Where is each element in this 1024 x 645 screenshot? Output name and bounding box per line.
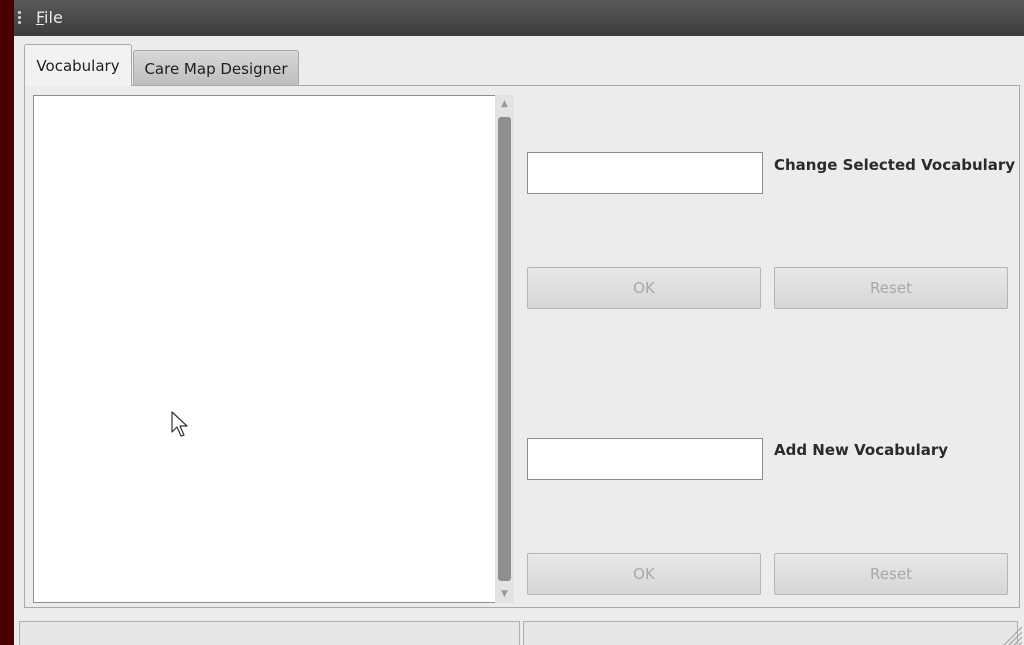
tab-care-map-designer[interactable]: Care Map Designer [133,50,299,86]
menu-file-mnemonic: F [36,8,45,27]
add-reset-button[interactable]: Reset [774,553,1008,595]
menubar-grip-icon [18,11,22,27]
menu-file-label: ile [44,8,63,27]
vocabulary-list-scrollbar[interactable]: ▲ ▼ [495,95,514,603]
application-window: File Vocabulary Care Map Designer ▲ ▼ Ch… [14,0,1024,645]
status-bar-left-panel [19,621,520,645]
status-bar [14,618,1024,645]
change-selected-vocabulary-label: Change Selected Vocabulary [774,156,1016,174]
change-reset-button[interactable]: Reset [774,267,1008,309]
scrollbar-thumb[interactable] [498,117,511,581]
status-bar-right-panel [523,621,1018,645]
vocabulary-list[interactable] [33,95,505,603]
add-vocabulary-input[interactable] [527,438,763,480]
change-ok-button[interactable]: OK [527,267,761,309]
scroll-down-arrow-icon[interactable]: ▼ [495,585,514,603]
vocabulary-tab-panel: ▲ ▼ Change Selected Vocabulary OK Reset … [24,85,1020,608]
resize-grip-icon[interactable] [1000,623,1022,645]
add-new-vocabulary-label: Add New Vocabulary [774,441,949,459]
menu-file[interactable]: File [36,8,63,27]
change-vocabulary-input[interactable] [527,152,763,194]
mouse-pointer-icon [171,411,188,437]
scroll-up-arrow-icon[interactable]: ▲ [495,95,514,113]
menu-bar: File [14,0,1024,36]
tab-care-map-designer-label: Care Map Designer [144,59,288,78]
tab-vocabulary[interactable]: Vocabulary [24,44,132,86]
tab-vocabulary-label: Vocabulary [36,56,120,75]
add-ok-button[interactable]: OK [527,553,761,595]
